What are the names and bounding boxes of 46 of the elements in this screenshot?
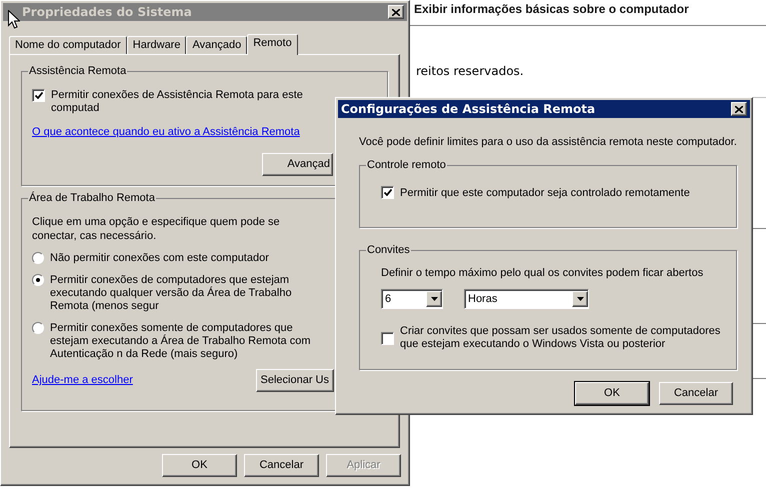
push-button[interactable]: Selecionar Us xyxy=(256,369,334,392)
tab[interactable]: Hardware xyxy=(126,36,186,54)
tab[interactable]: Avançado xyxy=(186,36,248,54)
description-text: Definir o tempo máximo pelo qual os convites podem ficar abertos xyxy=(381,266,704,280)
description-text: Clique em uma opção e especifique quem pode se conectar, cas necessário. xyxy=(32,215,281,243)
group-title: Controle remoto xyxy=(366,158,447,172)
radio-label: Permitir conexões somente de computadores que estejam executando a Área de Trabalho Remota com Autenticação n da Rede (mais seguro) xyxy=(50,322,312,361)
close-icon xyxy=(735,106,743,112)
intro-text: Você pode definir limites para o uso da assistência remota neste computador. xyxy=(359,135,738,150)
push-button[interactable]: OK xyxy=(575,382,649,404)
checkbox-label: Permitir conexões de Assistência Remota para este computad xyxy=(51,89,304,115)
check-icon xyxy=(384,189,392,196)
help-link[interactable]: O que acontece quando eu ativo a Assistência Remota xyxy=(32,124,300,140)
group-title: Convites xyxy=(366,242,411,256)
radio-button[interactable] xyxy=(32,252,44,264)
dropdown-value: Horas xyxy=(468,292,498,307)
caret-icon xyxy=(576,297,584,301)
check-icon xyxy=(34,92,42,99)
checkbox[interactable] xyxy=(381,332,394,344)
checkbox-label: Permitir que este computador seja controlado remotamente xyxy=(400,186,690,200)
radio-label: Não permitir conexões com este computador xyxy=(50,252,269,265)
dropdown[interactable]: Horas xyxy=(464,289,589,309)
close-icon xyxy=(392,8,400,16)
tab[interactable]: Nome do computador xyxy=(9,36,127,54)
window-title: Propriedades do Sistema xyxy=(22,4,192,21)
push-button[interactable]: OK xyxy=(162,454,237,477)
push-button[interactable]: Avançad xyxy=(262,152,333,176)
checkbox[interactable] xyxy=(32,89,45,102)
radio-button[interactable] xyxy=(32,274,44,286)
dropdown[interactable]: 6 xyxy=(381,289,443,309)
checkbox-label: Criar convites que possam ser usados somente de computadores que estejam executando o Windows Vista ou posterior xyxy=(400,325,722,351)
close-button[interactable] xyxy=(731,102,747,116)
tab[interactable]: Remoto xyxy=(247,34,298,55)
caret-icon xyxy=(430,297,438,301)
mouse-cursor-icon xyxy=(8,10,20,29)
push-button[interactable]: Cancelar xyxy=(659,382,733,404)
radio-label: Permitir conexões de computadores que estejam executando qualquer versão da Área de Trabalho Remota (menos segur xyxy=(50,274,293,313)
checkbox[interactable] xyxy=(381,186,394,200)
window-title: Configurações de Assistência Remota xyxy=(341,101,596,118)
radio-button[interactable] xyxy=(32,322,44,334)
dropdown-value: 6 xyxy=(385,292,392,307)
background-text: reitos reservados. xyxy=(416,63,524,80)
page-heading: Exibir informações básicas sobre o computador xyxy=(414,2,689,16)
help-link[interactable]: Ajude-me a escolher xyxy=(32,372,133,389)
push-button[interactable]: Cancelar xyxy=(244,454,319,477)
close-button[interactable] xyxy=(388,5,404,19)
